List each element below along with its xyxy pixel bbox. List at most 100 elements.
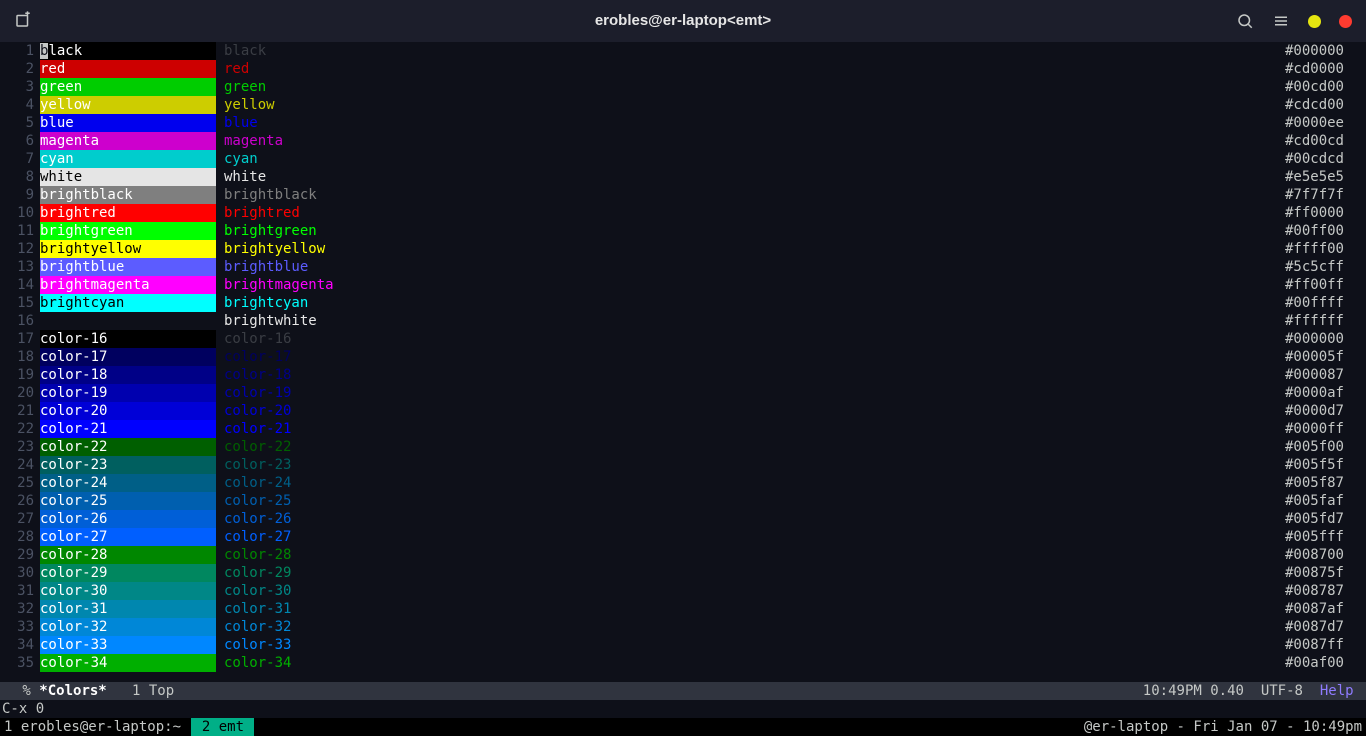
minibuffer[interactable]: C-x 0 bbox=[0, 700, 1366, 718]
color-hex: #005faf bbox=[1285, 492, 1366, 510]
color-swatch: green bbox=[40, 78, 216, 96]
line-number: 30 bbox=[0, 564, 40, 582]
color-hex: #00ff00 bbox=[1285, 222, 1366, 240]
color-hex: #cd0000 bbox=[1285, 60, 1366, 78]
modeline-position: 1 Top bbox=[107, 682, 174, 700]
color-name: color-31 bbox=[216, 600, 291, 618]
new-tab-icon[interactable] bbox=[14, 11, 34, 31]
line-number: 7 bbox=[0, 150, 40, 168]
tmux-window-1[interactable]: 1 erobles@er-laptop:~ bbox=[2, 718, 191, 736]
color-swatch: color-28 bbox=[40, 546, 216, 564]
color-name: white bbox=[216, 168, 266, 186]
buffer-name: *Colors* bbox=[39, 682, 106, 700]
color-hex: #ffffff bbox=[1285, 312, 1366, 330]
color-swatch: blue bbox=[40, 114, 216, 132]
color-hex: #0000ff bbox=[1285, 420, 1366, 438]
color-name: color-24 bbox=[216, 474, 291, 492]
color-swatch: color-26 bbox=[40, 510, 216, 528]
color-swatch: color-30 bbox=[40, 582, 216, 600]
line-number: 12 bbox=[0, 240, 40, 258]
color-name: brightred bbox=[216, 204, 300, 222]
line-number: 18 bbox=[0, 348, 40, 366]
color-name: color-21 bbox=[216, 420, 291, 438]
color-swatch: color-20 bbox=[40, 402, 216, 420]
minimize-dot[interactable] bbox=[1308, 15, 1321, 28]
color-hex: #000000 bbox=[1285, 42, 1366, 60]
color-swatch: brightyellow bbox=[40, 240, 216, 258]
modeline-encoding: UTF-8 bbox=[1261, 682, 1303, 700]
color-name: brightblue bbox=[216, 258, 308, 276]
color-name: color-30 bbox=[216, 582, 291, 600]
line-number: 19 bbox=[0, 366, 40, 384]
color-swatch: color-18 bbox=[40, 366, 216, 384]
color-hex: #7f7f7f bbox=[1285, 186, 1366, 204]
color-swatch: color-27 bbox=[40, 528, 216, 546]
color-name: brightgreen bbox=[216, 222, 317, 240]
search-icon[interactable] bbox=[1236, 12, 1254, 30]
color-name: brightyellow bbox=[216, 240, 325, 258]
terminal-buffer[interactable]: 1blackblack#0000002redred#cd00003greengr… bbox=[0, 42, 1366, 682]
modeline-help[interactable]: Help bbox=[1320, 682, 1354, 700]
color-swatch: brightblue bbox=[40, 258, 216, 276]
color-name: color-23 bbox=[216, 456, 291, 474]
line-number: 2 bbox=[0, 60, 40, 78]
close-dot[interactable] bbox=[1339, 15, 1352, 28]
color-row: 34color-33color-33#0087ff bbox=[0, 636, 1366, 654]
tmux-status: 1 erobles@er-laptop:~ 2 emt @er-laptop -… bbox=[0, 718, 1366, 736]
color-name: brightcyan bbox=[216, 294, 308, 312]
color-swatch: brightblack bbox=[40, 186, 216, 204]
color-hex: #005f5f bbox=[1285, 456, 1366, 474]
color-name: color-28 bbox=[216, 546, 291, 564]
line-number: 11 bbox=[0, 222, 40, 240]
color-swatch: brightmagenta bbox=[40, 276, 216, 294]
color-hex: #000087 bbox=[1285, 366, 1366, 384]
color-name: color-32 bbox=[216, 618, 291, 636]
color-swatch: color-24 bbox=[40, 474, 216, 492]
modeline-time: 10:49PM bbox=[1143, 682, 1202, 700]
color-hex: #0000ee bbox=[1285, 114, 1366, 132]
color-hex: #00af00 bbox=[1285, 654, 1366, 672]
color-swatch: color-17 bbox=[40, 348, 216, 366]
line-number: 6 bbox=[0, 132, 40, 150]
color-hex: #ff00ff bbox=[1285, 276, 1366, 294]
line-number: 35 bbox=[0, 654, 40, 672]
color-swatch: brightcyan bbox=[40, 294, 216, 312]
color-hex: #005fd7 bbox=[1285, 510, 1366, 528]
color-row: 26color-25color-25#005faf bbox=[0, 492, 1366, 510]
color-hex: #00cdcd bbox=[1285, 150, 1366, 168]
color-hex: #0087d7 bbox=[1285, 618, 1366, 636]
line-number: 32 bbox=[0, 600, 40, 618]
color-name: color-17 bbox=[216, 348, 291, 366]
line-number: 34 bbox=[0, 636, 40, 654]
line-number: 21 bbox=[0, 402, 40, 420]
line-number: 5 bbox=[0, 114, 40, 132]
color-hex: #005fff bbox=[1285, 528, 1366, 546]
color-hex: #00005f bbox=[1285, 348, 1366, 366]
color-name: brightwhite bbox=[216, 312, 317, 330]
color-hex: #cdcd00 bbox=[1285, 96, 1366, 114]
cursor: b bbox=[40, 43, 48, 59]
color-swatch: black bbox=[40, 42, 216, 60]
color-hex: #5c5cff bbox=[1285, 258, 1366, 276]
color-name: brightblack bbox=[216, 186, 317, 204]
color-name: green bbox=[216, 78, 266, 96]
line-number: 13 bbox=[0, 258, 40, 276]
line-number: 26 bbox=[0, 492, 40, 510]
color-row: 6magentamagenta#cd00cd bbox=[0, 132, 1366, 150]
color-row: 33color-32color-32#0087d7 bbox=[0, 618, 1366, 636]
color-row: 23color-22color-22#005f00 bbox=[0, 438, 1366, 456]
line-number: 10 bbox=[0, 204, 40, 222]
color-hex: #e5e5e5 bbox=[1285, 168, 1366, 186]
color-name: color-25 bbox=[216, 492, 291, 510]
menu-icon[interactable] bbox=[1272, 12, 1290, 30]
tmux-right: @er-laptop - Fri Jan 07 - 10:49pm bbox=[1084, 718, 1362, 736]
color-row: 15brightcyanbrightcyan#00ffff bbox=[0, 294, 1366, 312]
color-row: 22color-21color-21#0000ff bbox=[0, 420, 1366, 438]
color-name: color-34 bbox=[216, 654, 291, 672]
tmux-window-2[interactable]: 2 emt bbox=[191, 718, 254, 736]
color-row: 20color-19color-19#0000af bbox=[0, 384, 1366, 402]
color-hex: #008787 bbox=[1285, 582, 1366, 600]
line-number: 24 bbox=[0, 456, 40, 474]
color-name: black bbox=[216, 42, 266, 60]
color-row: 14brightmagentabrightmagenta#ff00ff bbox=[0, 276, 1366, 294]
